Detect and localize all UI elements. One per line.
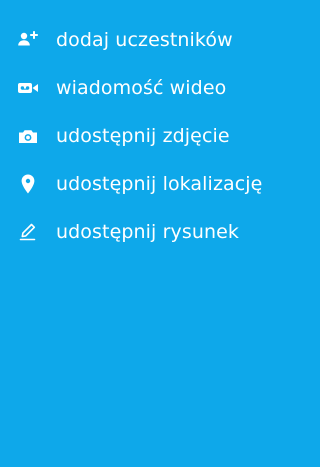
menu-item-label: udostępnij zdjęcie <box>56 125 230 147</box>
add-person-icon <box>16 28 40 52</box>
menu-item-video-message[interactable]: wiadomość wideo <box>0 64 280 112</box>
menu-item-share-drawing[interactable]: udostępnij rysunek <box>0 208 280 256</box>
camera-icon <box>16 124 40 148</box>
share-menu: dodaj uczestników wiadomość wideo udostę… <box>0 16 280 256</box>
menu-item-share-location[interactable]: udostępnij lokalizację <box>0 160 280 208</box>
menu-item-label: dodaj uczestników <box>56 29 233 51</box>
pen-icon <box>16 220 40 244</box>
menu-item-share-photo[interactable]: udostępnij zdjęcie <box>0 112 280 160</box>
menu-item-label: udostępnij lokalizację <box>56 173 263 195</box>
menu-item-add-participants[interactable]: dodaj uczestników <box>0 16 280 64</box>
menu-item-label: udostępnij rysunek <box>56 221 239 243</box>
menu-item-label: wiadomość wideo <box>56 77 227 99</box>
location-pin-icon <box>16 172 40 196</box>
video-message-icon <box>16 76 40 100</box>
